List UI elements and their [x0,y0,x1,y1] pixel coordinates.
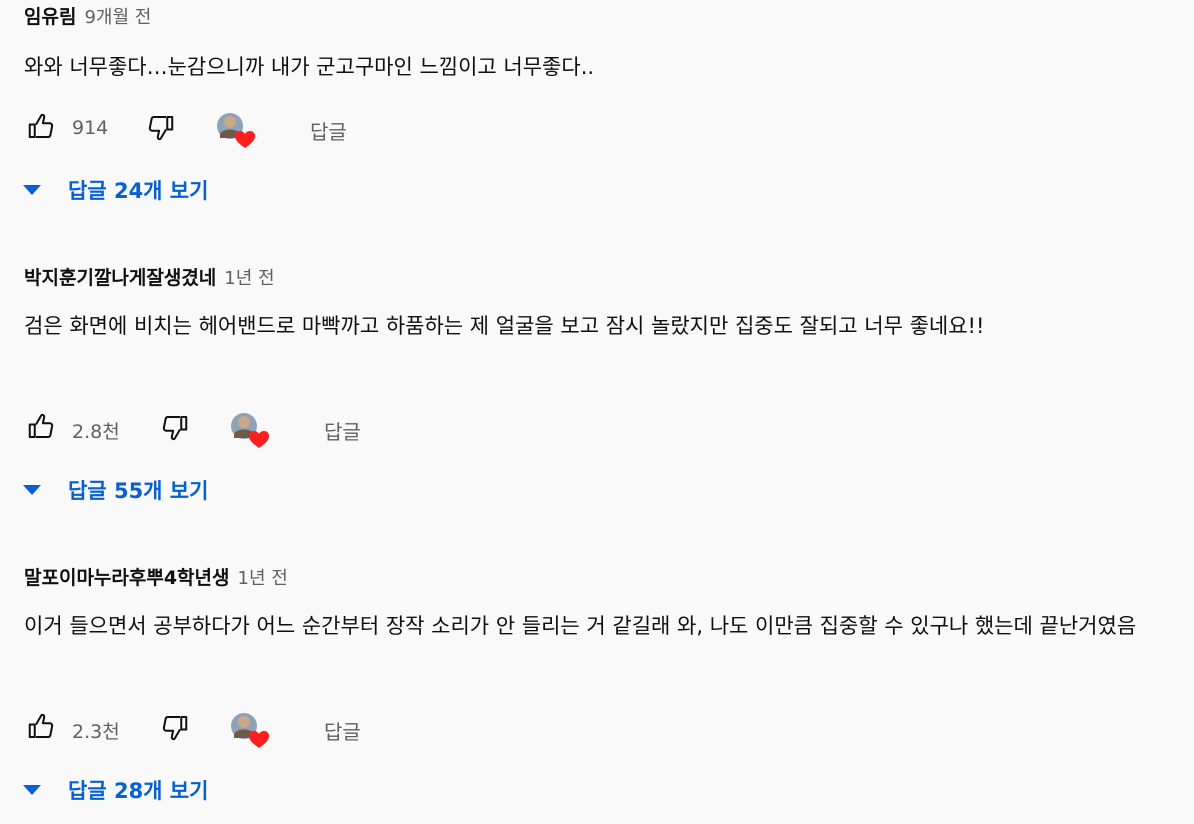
dislike-button[interactable] [158,712,192,746]
like-button[interactable] [24,112,58,146]
reply-button[interactable]: 답글 [324,416,361,445]
comment-time[interactable]: 1년 전 [224,268,274,289]
comment-text: 검은 화면에 비치는 헤어밴드로 마빡까고 하품하는 제 얼굴을 보고 잠시 놀… [24,314,985,338]
like-count: 2.8천 [72,421,120,443]
reply-button[interactable]: 답글 [324,716,361,745]
comment-author[interactable]: 박지훈기깔나게잘생겼네 [24,267,216,289]
view-replies-label: 답글 24개 보기 [68,179,209,203]
comment-header: 임유림 9개월 전 [24,4,151,31]
comment-time[interactable]: 1년 전 [238,568,288,589]
like-button[interactable] [24,712,58,746]
creator-heart-icon [231,713,269,748]
view-replies-button[interactable]: 답글 55개 보기 [18,470,208,510]
comment-text: 와와 너무좋다…눈감으니까 내가 군고구마인 느낌이고 너무좋다.. [24,55,595,79]
like-icon [26,712,56,746]
dislike-icon [160,412,190,446]
view-replies-button[interactable]: 답글 28개 보기 [18,770,208,810]
comment-actions: 2.8천 답글 [24,412,624,448]
creator-heart-icon [231,413,269,448]
caret-down-icon [18,776,46,804]
creator-heart-badge [228,710,274,750]
creator-heart-badge [228,410,274,450]
like-count: 2.3천 [72,721,120,743]
like-button[interactable] [24,412,58,446]
creator-heart-icon [217,113,255,148]
view-replies-label: 답글 55개 보기 [68,479,209,503]
creator-heart-badge [214,110,260,150]
like-icon [26,412,56,446]
dislike-icon [146,112,176,146]
like-count: 914 [72,117,109,139]
comment-time[interactable]: 9개월 전 [84,7,151,28]
comment-author[interactable]: 말포이마누라후뿌4학년생 [24,567,230,589]
dislike-button[interactable] [144,112,178,146]
comment-header: 말포이마누라후뿌4학년생 1년 전 [24,565,288,592]
view-replies-label: 답글 28개 보기 [68,779,209,803]
caret-down-icon [18,476,46,504]
like-icon [26,112,56,146]
comment-author[interactable]: 임유림 [24,6,76,28]
comment-actions: 914 답글 [24,112,624,148]
comment-text: 이거 들으면서 공부하다가 어느 순간부터 장작 소리가 안 들리는 거 같길래… [24,614,1137,638]
caret-down-icon [18,176,46,204]
comment-actions: 2.3천 답글 [24,712,624,748]
comment-header: 박지훈기깔나게잘생겼네 1년 전 [24,265,275,292]
dislike-icon [160,712,190,746]
reply-button[interactable]: 답글 [310,116,347,145]
dislike-button[interactable] [158,412,192,446]
view-replies-button[interactable]: 답글 24개 보기 [18,170,208,210]
